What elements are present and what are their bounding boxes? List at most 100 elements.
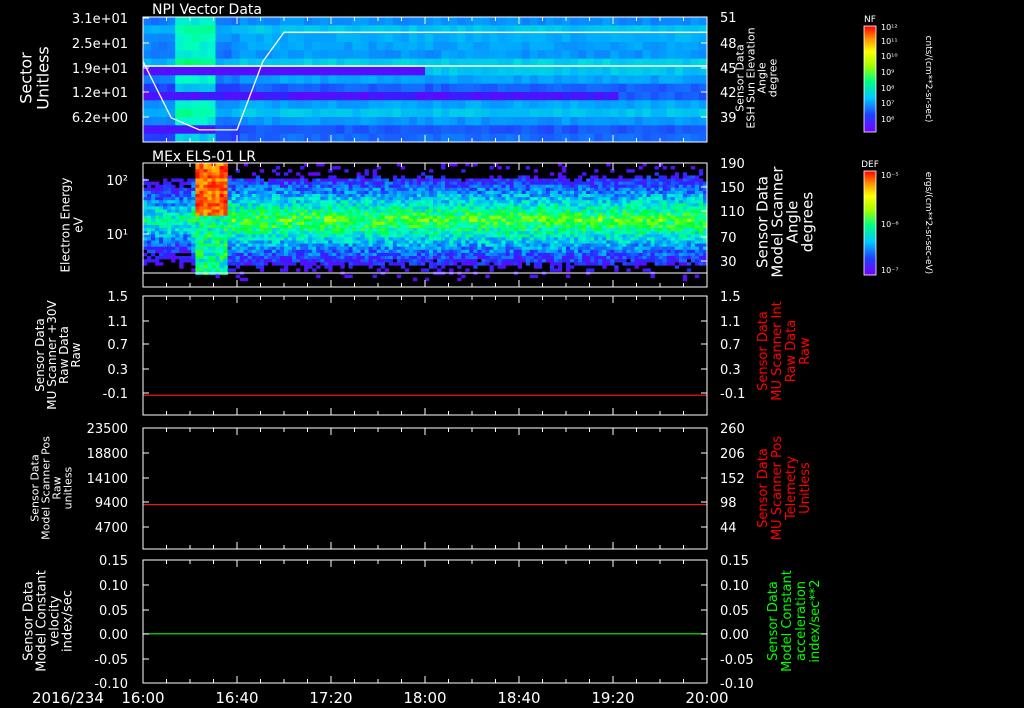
npi-cell (199, 133, 209, 142)
els-cell (529, 243, 534, 247)
els-cell (557, 231, 563, 235)
npi-cell (505, 17, 515, 26)
npi-cell (449, 117, 458, 126)
els-cell (412, 243, 418, 247)
els-cell (312, 200, 317, 204)
els-cell (626, 203, 631, 207)
els-cell (429, 194, 434, 198)
els-cell (497, 194, 502, 198)
els-cell (533, 252, 539, 257)
els-cell (388, 209, 393, 213)
npi-cell (400, 50, 410, 59)
els-cell (191, 187, 196, 192)
els-cell (622, 194, 627, 198)
els-cell (271, 228, 277, 232)
els-cell (340, 203, 345, 207)
npi-cell (618, 50, 628, 59)
els-cell (638, 206, 643, 210)
els-cell (465, 194, 470, 198)
els-cell (179, 256, 184, 260)
els-cell (324, 234, 329, 238)
els-cell (271, 243, 277, 247)
els-cell (461, 212, 466, 216)
els-cell (147, 234, 152, 238)
els-cell (388, 237, 393, 241)
els-cell (465, 262, 470, 266)
els-cell (529, 228, 534, 232)
els-cell (674, 200, 680, 204)
els-cell (380, 203, 385, 207)
npi-cell (545, 100, 555, 109)
els-cell (678, 237, 684, 241)
els-cell (332, 237, 337, 241)
els-cell (179, 200, 184, 204)
els-cell (678, 187, 684, 192)
els-cell (638, 215, 643, 220)
npi-cell (304, 42, 313, 51)
els-cell (493, 259, 498, 263)
els-cell (288, 215, 293, 220)
els-cell (408, 228, 414, 232)
npi-cell (376, 92, 386, 101)
npi-cell (537, 67, 547, 76)
npi-cell (505, 117, 515, 126)
els-cell (183, 206, 188, 210)
els-cell (255, 246, 261, 251)
npi-cell (586, 92, 595, 101)
els-cell (618, 221, 623, 226)
els-cell (344, 212, 349, 216)
npi-cell (642, 117, 652, 126)
npi-cell (473, 50, 482, 59)
els-cell (429, 221, 434, 226)
els-cell (247, 256, 252, 260)
els-cell (380, 181, 385, 185)
els-cell (263, 197, 269, 201)
npi-cell (223, 50, 233, 59)
els-cell (316, 246, 321, 251)
els-cell (211, 187, 216, 192)
npi-cell (578, 33, 587, 43)
npi-cell (602, 50, 611, 59)
els-cell (368, 209, 373, 213)
els-cell (453, 256, 458, 260)
els-cell (171, 184, 176, 189)
npi-cell (618, 108, 628, 118)
els-cell (457, 200, 462, 204)
els-cell (501, 187, 506, 192)
npi-cell (642, 50, 652, 59)
els-cell (191, 181, 196, 185)
els-cell (501, 265, 506, 269)
els-cell (674, 259, 680, 263)
els-cell (650, 218, 655, 223)
els-cell (578, 178, 583, 182)
els-cell (183, 190, 188, 195)
npi-cell (344, 50, 354, 59)
els-cell (429, 212, 434, 216)
els-cell (179, 194, 184, 198)
els-cell (400, 212, 406, 216)
npi-cell (570, 92, 579, 101)
els-cell (219, 190, 224, 195)
els-cell (304, 237, 309, 241)
npi-cell (167, 50, 176, 59)
els-cell (191, 218, 196, 223)
els-cell (445, 215, 450, 220)
npi-cell (626, 125, 636, 134)
els-cell (437, 246, 442, 251)
els-cell (288, 249, 293, 254)
els-cell (167, 218, 172, 223)
els-cell (219, 231, 224, 235)
els-cell (187, 234, 192, 238)
els-cell (441, 228, 446, 232)
npi-cell (610, 92, 619, 101)
npi-cell (505, 133, 515, 142)
els-cell (662, 175, 667, 179)
els-cell (211, 262, 216, 266)
npi-cell (207, 133, 217, 142)
els-cell (570, 228, 575, 232)
els-cell (316, 225, 321, 229)
els-cell (255, 265, 261, 269)
els-cell (529, 194, 534, 198)
els-cell (235, 184, 240, 189)
els-cell (267, 218, 273, 223)
